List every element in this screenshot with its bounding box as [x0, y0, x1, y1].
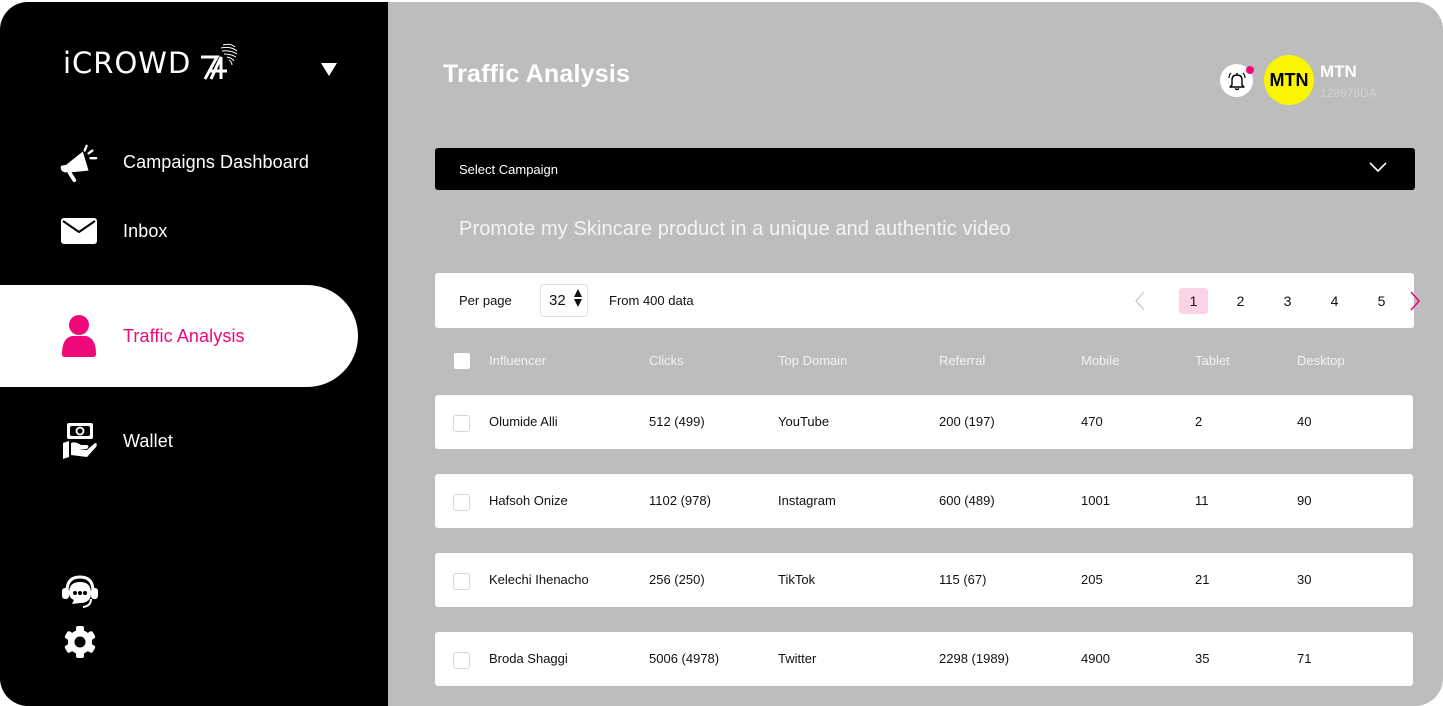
column-header-top-domain[interactable]: Top Domain [778, 353, 847, 368]
per-page-stepper[interactable]: 32 [540, 284, 588, 317]
cell-clicks: 256 (250) [649, 572, 705, 587]
cell-desktop: 90 [1297, 493, 1312, 508]
column-header-mobile[interactable]: Mobile [1081, 353, 1119, 368]
cell-mobile: 470 [1081, 414, 1103, 429]
cell-referral: 600 (489) [939, 493, 995, 508]
column-header-desktop[interactable]: Desktop [1297, 353, 1345, 368]
row-checkbox[interactable] [453, 573, 470, 590]
column-header-influencer[interactable]: Influencer [489, 353, 546, 368]
table-row[interactable]: Olumide Alli 512 (499) YouTube 200 (197)… [435, 395, 1413, 449]
chevron-right-icon [1410, 290, 1420, 311]
select-all-checkbox[interactable] [454, 353, 470, 369]
sidebar-item-label: Inbox [123, 220, 168, 241]
cell-top-domain: Instagram [778, 493, 836, 508]
megaphone-icon [58, 141, 100, 183]
cell-mobile: 4900 [1081, 651, 1110, 666]
row-checkbox[interactable] [453, 652, 470, 669]
cell-desktop: 40 [1297, 414, 1312, 429]
sidebar-item-wallet[interactable]: Wallet [0, 406, 358, 476]
campaign-select[interactable]: Select Campaign [435, 148, 1415, 190]
increment-arrow-icon[interactable] [574, 289, 582, 297]
workspace-dropdown-toggle[interactable] [318, 60, 340, 78]
cell-top-domain: Twitter [778, 651, 817, 666]
per-page-spinner[interactable] [574, 289, 582, 307]
bell-icon [1227, 72, 1246, 90]
cell-mobile: 205 [1081, 572, 1103, 587]
gear-icon [64, 626, 96, 658]
sidebar-item-traffic-analysis[interactable]: Traffic Analysis [0, 285, 358, 387]
notification-dot [1246, 66, 1254, 74]
sidebar-item-label: Wallet [123, 430, 173, 451]
table-row[interactable]: Hafsoh Onize 1102 (978) Instagram 600 (4… [435, 474, 1413, 528]
row-checkbox[interactable] [453, 494, 470, 511]
cell-influencer: Hafsoh Onize [489, 493, 568, 508]
cell-tablet: 2 [1195, 414, 1203, 429]
app-screen: iCROWD Campaigns Dashboard Inbox Traffic… [0, 2, 1443, 706]
page-title: Traffic Analysis [443, 60, 631, 88]
cell-clicks: 512 (499) [649, 414, 705, 429]
table-row[interactable]: Kelechi Ihenacho 256 (250) TikTok 115 (6… [435, 553, 1413, 607]
table-header: Influencer Clicks Top Domain Referral Mo… [435, 342, 1414, 380]
row-checkbox[interactable] [453, 415, 470, 432]
notifications-button[interactable] [1220, 64, 1254, 97]
main-content: Traffic Analysis MTN MTN 128978DA Select… [388, 2, 1443, 706]
cell-referral: 200 (197) [939, 414, 995, 429]
logo-text: iCROWD [63, 46, 192, 80]
support-chat-icon [62, 575, 98, 608]
logo-africa-mark-icon [201, 43, 238, 80]
cell-influencer: Broda Shaggi [489, 651, 568, 666]
cell-referral: 2298 (1989) [939, 651, 1010, 666]
total-data-label: From 400 data [609, 293, 694, 308]
campaign-select-label: Select Campaign [459, 161, 558, 177]
sidebar-item-inbox[interactable]: Inbox [0, 196, 358, 266]
user-id: 128978DA [1320, 86, 1377, 100]
envelope-icon [58, 210, 100, 252]
avatar[interactable]: MTN [1264, 55, 1314, 105]
wallet-hand-icon [58, 420, 100, 462]
pagination-bar: Per page 32 From 400 data 1 2 3 4 5 [435, 273, 1420, 328]
page-button-3[interactable]: 3 [1273, 288, 1302, 314]
cell-mobile: 1001 [1081, 493, 1110, 508]
chevron-left-icon [1135, 291, 1145, 310]
support-chat-button[interactable] [58, 572, 102, 612]
table-row[interactable]: Broda Shaggi 5006 (4978) Twitter 2298 (1… [435, 632, 1413, 686]
page-button-1[interactable]: 1 [1179, 287, 1208, 314]
cell-top-domain: YouTube [778, 414, 830, 429]
per-page-label: Per page [459, 293, 512, 308]
triangle-down-icon [321, 63, 337, 76]
column-header-tablet[interactable]: Tablet [1195, 353, 1230, 368]
decrement-arrow-icon[interactable] [574, 299, 582, 307]
sidebar: iCROWD Campaigns Dashboard Inbox Traffic… [0, 2, 388, 706]
column-header-clicks[interactable]: Clicks [649, 353, 684, 368]
user-icon [58, 315, 100, 357]
user-name: MTN [1320, 62, 1357, 81]
page-button-4[interactable]: 4 [1320, 288, 1349, 314]
cell-clicks: 1102 (978) [649, 493, 711, 508]
previous-page-button[interactable] [1131, 289, 1149, 313]
next-page-button[interactable] [1406, 289, 1424, 313]
cell-top-domain: TikTok [778, 572, 816, 587]
sidebar-item-label: Campaigns Dashboard [123, 151, 310, 172]
per-page-value: 32 [549, 292, 566, 309]
cell-influencer: Kelechi Ihenacho [489, 572, 589, 587]
logo: iCROWD [63, 38, 241, 88]
cell-desktop: 30 [1297, 572, 1312, 587]
chevron-down-icon [1369, 162, 1387, 173]
sidebar-item-campaigns-dashboard[interactable]: Campaigns Dashboard [0, 127, 358, 197]
cell-tablet: 11 [1195, 493, 1209, 508]
campaign-description: Promote my Skincare product in a unique … [459, 218, 1011, 240]
cell-tablet: 35 [1195, 651, 1210, 666]
page-button-2[interactable]: 2 [1226, 288, 1255, 314]
cell-referral: 115 (67) [939, 572, 987, 587]
cell-clicks: 5006 (4978) [649, 651, 720, 666]
cell-desktop: 71 [1297, 651, 1312, 666]
page-list: 1 2 3 4 5 [1131, 273, 1424, 328]
settings-button[interactable] [58, 622, 102, 662]
page-button-5[interactable]: 5 [1367, 288, 1396, 314]
column-header-referral[interactable]: Referral [939, 353, 985, 368]
cell-tablet: 21 [1195, 572, 1210, 587]
cell-influencer: Olumide Alli [489, 414, 558, 429]
sidebar-item-label: Traffic Analysis [123, 325, 245, 346]
